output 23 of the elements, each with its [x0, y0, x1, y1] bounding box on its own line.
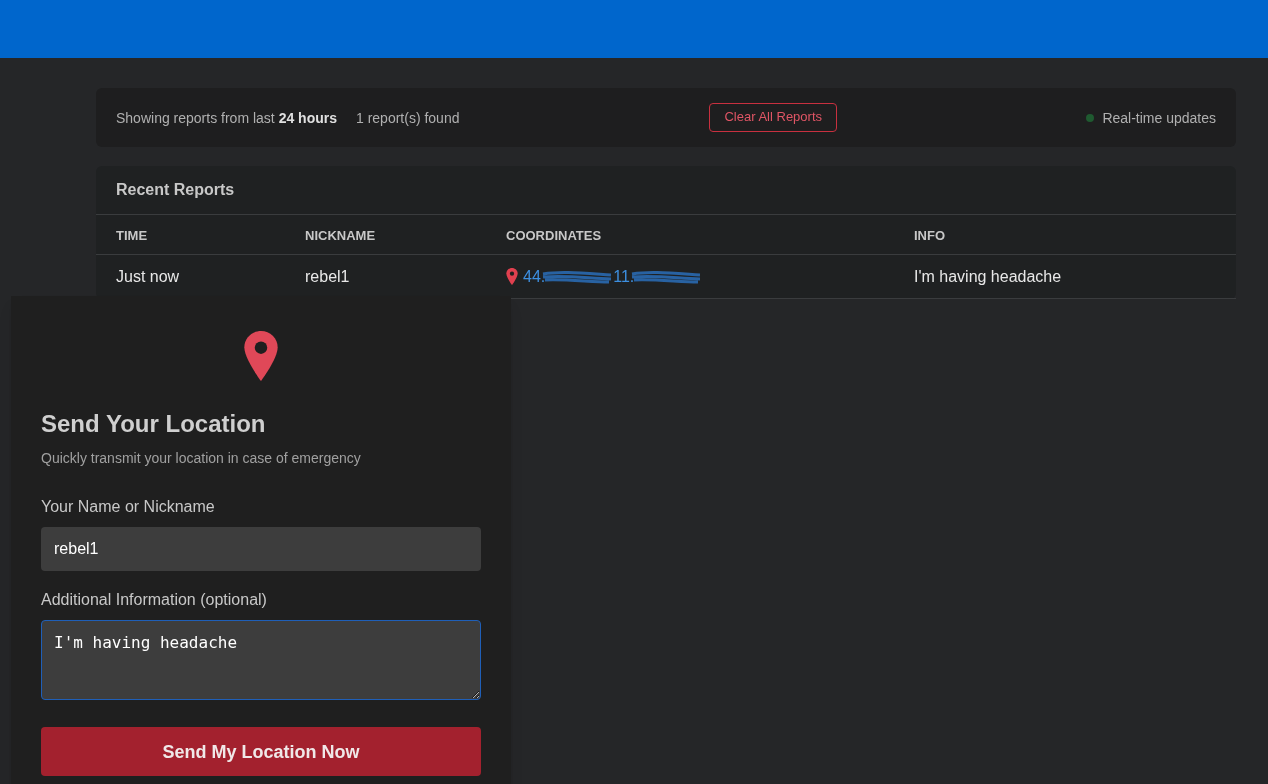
table-cell: rebel1	[305, 267, 350, 285]
coordinate-link[interactable]: 44.	[523, 264, 546, 289]
column-header: NICKNAME	[305, 227, 376, 243]
column-header: INFO	[914, 227, 946, 243]
form-title: Send Your Location	[41, 409, 267, 439]
table-cell: I'm having headache	[914, 267, 1062, 285]
name-input-field[interactable]: rebel1	[41, 527, 481, 571]
send-location-button[interactable]: Send My Location Now	[41, 727, 481, 776]
form-subtitle: Quickly transmit your location in case of emergency	[41, 449, 362, 468]
map-pin-icon	[506, 268, 518, 285]
field-label: Your Name or Nickname	[41, 497, 216, 517]
time-range-text: Showing reports from last 24 hours	[116, 108, 337, 128]
clear-reports-button[interactable]: Clear All Reports	[709, 103, 838, 132]
realtime-label: Real-time updates	[1102, 108, 1216, 128]
map-pin-icon	[243, 331, 279, 381]
column-header: COORDINATES	[506, 227, 602, 243]
card-title: Recent Reports	[116, 180, 235, 200]
table-cell: Just now	[116, 267, 180, 285]
info-input-field[interactable]: I'm having headache	[41, 620, 481, 700]
field-label: Additional Information (optional)	[41, 590, 268, 610]
column-header: TIME	[116, 227, 148, 243]
coordinate-link[interactable]: 11.	[613, 264, 635, 289]
report-count: 1 report(s) found	[356, 108, 460, 128]
